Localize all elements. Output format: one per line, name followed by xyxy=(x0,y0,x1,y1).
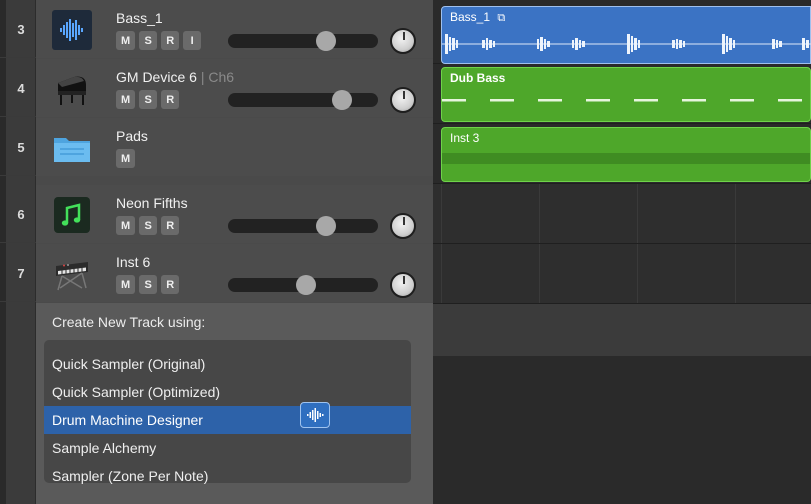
track-buttons: M S R I xyxy=(116,31,202,50)
channel-label: | Ch6 xyxy=(200,69,235,85)
track-lane-5[interactable]: Inst 3 xyxy=(433,124,811,184)
track-header-7[interactable]: 7 Inst 6 M S R xyxy=(0,244,433,302)
solo-button[interactable]: S xyxy=(139,275,158,294)
volume-fader[interactable] xyxy=(228,31,378,51)
track-header-6[interactable]: 6 Neon Fifths M S R xyxy=(0,185,433,243)
menu-item-sample-alchemy[interactable]: Sample Alchemy xyxy=(44,434,411,462)
menu-item-sampler-zone-per-note[interactable]: Sampler (Zone Per Note) xyxy=(44,462,411,490)
gridline xyxy=(441,184,442,243)
gridline xyxy=(539,244,540,303)
track-header-3[interactable]: 3 Bass_1 M S R I xyxy=(0,0,433,58)
folder-icon xyxy=(52,128,92,168)
pan-knob[interactable] xyxy=(390,28,416,54)
volume-fader[interactable] xyxy=(228,216,378,236)
track-body: Pads M xyxy=(36,118,433,176)
logic-window: 3 Bass_1 M S R I 4 GM Device 6 | Ch6 M S… xyxy=(0,0,811,504)
menu-item-drum-machine-designer[interactable]: Drum Machine Designer xyxy=(44,406,411,434)
folder-region[interactable]: Inst 3 xyxy=(441,127,811,182)
track-name[interactable]: Bass_1 xyxy=(116,10,163,26)
midi-region[interactable]: Dub Bass xyxy=(441,67,811,122)
track-buttons: M S R xyxy=(116,275,180,294)
menu-item-quick-sampler-original[interactable]: Quick Sampler (Original) xyxy=(44,350,411,378)
menu-item-quick-sampler-optimized[interactable]: Quick Sampler (Optimized) xyxy=(44,378,411,406)
arrangement-area[interactable]: Bass_1 ⧉ Dub Bass Inst 3 xyxy=(433,0,811,504)
track-headers: 3 Bass_1 M S R I 4 GM Device 6 | Ch6 M S… xyxy=(0,0,433,504)
waveform-icon xyxy=(52,10,92,50)
track-name[interactable]: GM Device 6 | Ch6 xyxy=(116,69,234,85)
gridline xyxy=(637,184,638,243)
track-number: 4 xyxy=(17,80,25,96)
pan-knob[interactable] xyxy=(390,87,416,113)
track-lane-7[interactable] xyxy=(433,244,811,304)
input-monitor-button[interactable]: I xyxy=(183,31,202,50)
region-title: Inst 3 xyxy=(450,131,480,145)
gridline xyxy=(441,244,442,303)
record-button[interactable]: R xyxy=(161,31,180,50)
dragged-audio-file-icon[interactable] xyxy=(300,402,330,428)
volume-fader[interactable] xyxy=(228,90,378,110)
create-track-menu: Quick Sampler (Original) Quick Sampler (… xyxy=(44,340,411,484)
record-button[interactable]: R xyxy=(161,216,180,235)
synthesizer-keyboard-icon xyxy=(52,254,92,294)
track-buttons: M xyxy=(116,149,136,168)
mute-button[interactable]: M xyxy=(116,90,136,109)
track-number: 5 xyxy=(17,139,25,155)
loop-icon: ⧉ xyxy=(497,12,506,24)
track-number: 3 xyxy=(17,21,25,37)
solo-button[interactable]: S xyxy=(139,90,158,109)
fader-knob[interactable] xyxy=(332,90,352,110)
gridline xyxy=(539,184,540,243)
volume-fader[interactable] xyxy=(228,275,378,295)
mute-button[interactable]: M xyxy=(116,216,136,235)
region-title: Bass_1 ⧉ xyxy=(450,10,506,24)
track-name[interactable]: Inst 6 xyxy=(116,254,150,270)
grand-piano-icon xyxy=(52,69,92,109)
new-track-drop-lane[interactable] xyxy=(433,304,811,356)
region-title: Dub Bass xyxy=(450,71,506,85)
record-button[interactable]: R xyxy=(161,90,180,109)
mute-button[interactable]: M xyxy=(116,275,136,294)
record-button[interactable]: R xyxy=(161,275,180,294)
track-number: 6 xyxy=(17,206,25,222)
track-body: GM Device 6 | Ch6 M S R xyxy=(36,59,433,117)
gridline xyxy=(735,244,736,303)
track-body: Inst 6 M S R xyxy=(36,244,433,302)
music-note-icon xyxy=(52,195,92,235)
track-lane-3[interactable]: Bass_1 ⧉ xyxy=(433,0,811,64)
pan-knob[interactable] xyxy=(390,272,416,298)
track-name[interactable]: Pads xyxy=(116,128,148,144)
track-buttons: M S R xyxy=(116,216,180,235)
track-header-5[interactable]: 5 Pads M xyxy=(0,118,433,176)
create-track-title: Create New Track using: xyxy=(52,314,206,330)
empty-arrange-space[interactable] xyxy=(433,356,811,504)
create-track-drop-area[interactable]: Create New Track using: Quick Sampler (O… xyxy=(36,303,433,504)
track-lane-4[interactable]: Dub Bass xyxy=(433,64,811,124)
mute-button[interactable]: M xyxy=(116,149,136,168)
track-lane-6[interactable] xyxy=(433,184,811,244)
solo-button[interactable]: S xyxy=(139,31,158,50)
audio-waveform xyxy=(442,34,811,54)
gridline xyxy=(637,244,638,303)
folder-region-band xyxy=(442,153,810,164)
track-header-4[interactable]: 4 GM Device 6 | Ch6 M S R xyxy=(0,59,433,117)
track-body: Bass_1 M S R I xyxy=(36,0,433,58)
fader-knob[interactable] xyxy=(316,216,336,236)
mute-button[interactable]: M xyxy=(116,31,136,50)
track-buttons: M S R xyxy=(116,90,180,109)
audio-region[interactable]: Bass_1 ⧉ xyxy=(441,6,811,64)
fader-knob[interactable] xyxy=(296,275,316,295)
solo-button[interactable]: S xyxy=(139,216,158,235)
fader-knob[interactable] xyxy=(316,31,336,51)
track-number: 7 xyxy=(17,265,25,281)
gridline xyxy=(735,184,736,243)
midi-notes xyxy=(442,99,802,102)
track-body: Neon Fifths M S R xyxy=(36,185,433,243)
pan-knob[interactable] xyxy=(390,213,416,239)
track-name[interactable]: Neon Fifths xyxy=(116,195,188,211)
